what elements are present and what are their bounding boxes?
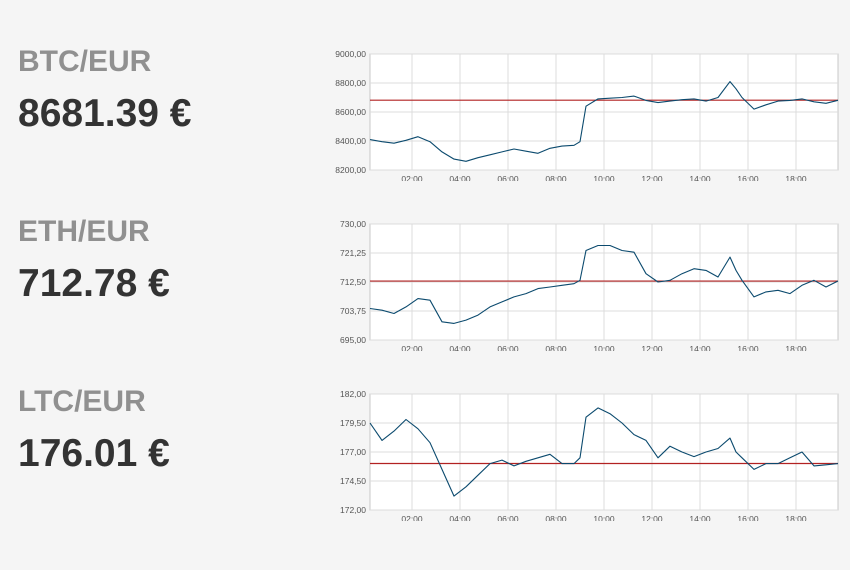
y-tick-label: 712,50 (340, 277, 366, 287)
x-tick-label: 18:00 (785, 514, 807, 521)
x-tick-label: 16:00 (737, 514, 759, 521)
y-tick-label: 730,00 (340, 219, 366, 229)
y-tick-label: 172,00 (340, 505, 366, 515)
btc-chart: 8200,008400,008600,008800,009000,0002:00… (335, 49, 839, 181)
x-tick-label: 06:00 (497, 514, 519, 521)
price-value: 8681.39 € (18, 92, 192, 135)
y-tick-label: 9000,00 (335, 49, 366, 59)
pair-label: BTC/EUR (18, 45, 152, 78)
ltc-panel: LTC/EUR 176.01 € 172,00 174,50 177,00 179,5… (0, 340, 850, 521)
pair-label: ETH/EUR (18, 215, 150, 248)
x-tick-label: 14:00 (689, 514, 711, 521)
y-tick-label: 182,00 (340, 389, 366, 399)
x-tick-label: 10:00 (593, 514, 615, 521)
x-tick-label: 04:00 (449, 514, 471, 521)
ltc-chart: 172,00 174,50 177,00 179,50 182,00 02:00 04:00… (340, 389, 839, 521)
y-tick-label: 179,50 (340, 418, 366, 428)
x-tick-label: 12:00 (641, 514, 663, 521)
y-tick-label: 703,75 (340, 306, 366, 316)
eth-panel: ETH/EUR 712.78 € 695,00 703,75 712,50 721,2… (0, 170, 850, 351)
x-tick-label: 02:00 (401, 514, 423, 521)
y-tick-label: 8800,00 (335, 78, 366, 88)
y-tick-label: 721,25 (340, 248, 366, 258)
y-tick-label: 177,00 (340, 447, 366, 457)
pair-label: LTC/EUR (18, 385, 146, 418)
y-tick-label: 8400,00 (335, 136, 366, 146)
y-tick-label: 8600,00 (335, 107, 366, 117)
x-tick-label: 08:00 (545, 514, 567, 521)
price-value: 176.01 € (18, 432, 170, 475)
eth-chart: 695,00703,75712,50721,25730,0002:00 04:00… (340, 219, 839, 351)
y-tick-label: 174,50 (340, 476, 366, 486)
price-value: 712.78 € (18, 262, 170, 305)
btc-panel: BTC/EUR 8681.39 € 8200,00 8400,00 8600,00 8… (0, 0, 850, 181)
